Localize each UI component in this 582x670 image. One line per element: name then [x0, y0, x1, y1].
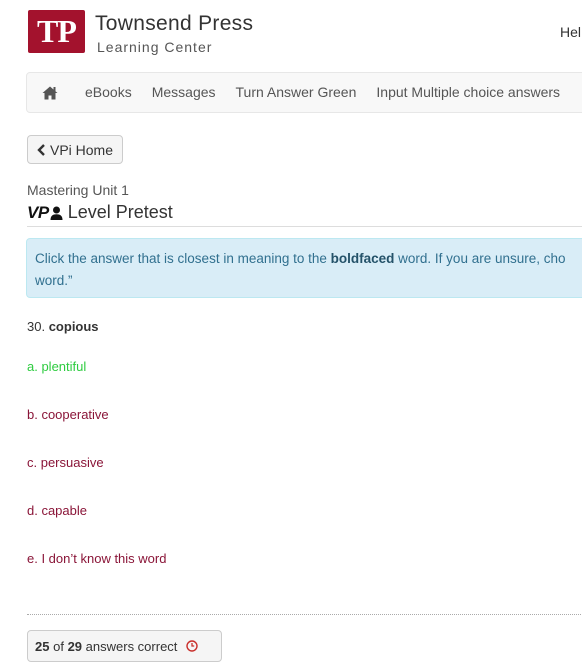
answer-option-e[interactable]: e. I don’t know this word [27, 551, 166, 566]
nav-home-button[interactable] [27, 73, 73, 112]
title-divider [27, 226, 582, 227]
page: TP Townsend Press Learning Center Hel eB… [0, 0, 582, 670]
brand-name: Townsend Press [95, 12, 254, 35]
question-number: 30. [27, 319, 46, 334]
score-of: of [53, 638, 64, 654]
score-total: 29 [67, 638, 83, 654]
score-correct: 25 [35, 638, 50, 654]
instructions-text-after: word. If you are unsure, cho [394, 251, 566, 266]
level-title-text: Level Pretest [67, 202, 173, 222]
nav-item-messages[interactable]: Messages [142, 73, 226, 112]
score-divider [27, 614, 582, 615]
score-badge: 25 of 29 answers correct [27, 630, 222, 662]
nav-item-ebooks[interactable]: eBooks [73, 73, 142, 112]
level-title: VP Level Pretest [27, 202, 173, 223]
instructions-line2: word.” [35, 273, 73, 288]
townsend-press-logo[interactable]: TP [28, 10, 85, 53]
home-icon [42, 86, 58, 99]
vp-mark: VP [27, 202, 49, 222]
instructions-text-before: Click the answer that is closest in mean… [35, 251, 331, 266]
brand-subtitle: Learning Center [97, 39, 213, 55]
instructions-bold-word: boldfaced [330, 251, 395, 266]
chevron-left-icon [37, 143, 45, 156]
user-greeting: Hel [560, 24, 582, 40]
nav-item-turn-answer-green[interactable]: Turn Answer Green [226, 73, 367, 112]
answer-option-a[interactable]: a. plentiful [27, 359, 86, 374]
vpi-home-button[interactable]: VPi Home [27, 135, 123, 164]
user-icon [50, 206, 63, 220]
answer-option-c[interactable]: c. persuasive [27, 455, 104, 470]
instructions-alert: Click the answer that is closest in mean… [26, 238, 582, 298]
question-word: copious [48, 319, 99, 334]
main-navbar: eBooks Messages Turn Answer Green Input … [26, 72, 582, 113]
vpi-home-label: VPi Home [49, 141, 114, 158]
score-suffix: answers correct [85, 638, 178, 654]
clock-icon[interactable] [186, 640, 199, 652]
question-prompt: 30. copious [27, 319, 99, 334]
unit-title: Mastering Unit 1 [27, 182, 129, 198]
answer-option-b[interactable]: b. cooperative [27, 407, 109, 422]
nav-item-input-multiple-choice[interactable]: Input Multiple choice answers [366, 73, 570, 112]
answer-option-d[interactable]: d. capable [27, 503, 87, 518]
